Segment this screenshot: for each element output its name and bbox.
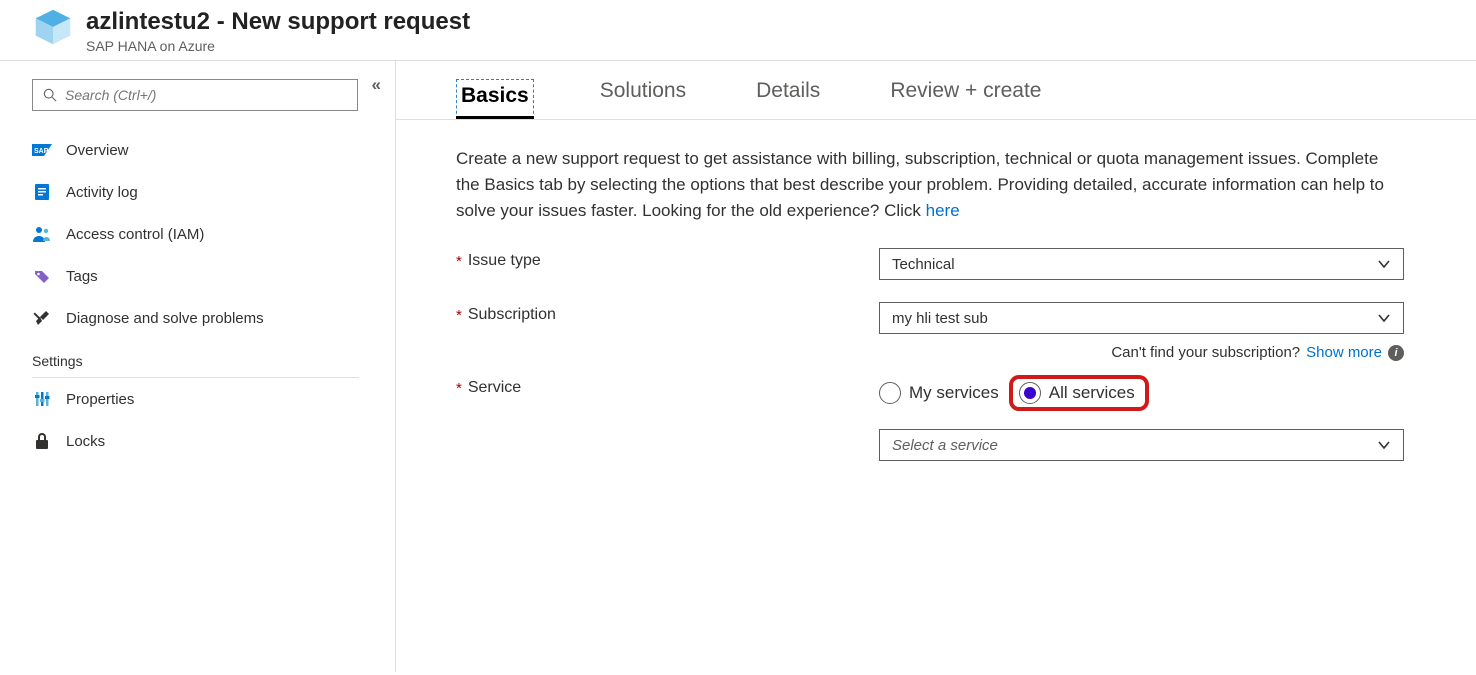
page-title: azlintestu2 - New support request [86, 8, 470, 36]
required-indicator: * [456, 307, 462, 324]
sidebar-item-locks[interactable]: Locks [32, 420, 395, 462]
row-issue-type: * Issue type Technical [456, 248, 1404, 280]
main-content: Basics Solutions Details Review + create… [396, 61, 1476, 672]
sidebar-section-settings: Settings [0, 339, 395, 377]
tab-solutions[interactable]: Solutions [596, 79, 690, 119]
required-indicator: * [456, 380, 462, 397]
people-icon [32, 224, 52, 244]
tabs: Basics Solutions Details Review + create [396, 61, 1476, 120]
sidebar-item-activity-log[interactable]: Activity log [32, 171, 395, 213]
radio-label: All services [1049, 383, 1135, 403]
row-service: * Service My services All services [456, 375, 1404, 461]
svg-text:SAP: SAP [34, 148, 49, 155]
sidebar: « SAP Overview Activity log [0, 61, 396, 672]
info-icon[interactable]: i [1388, 345, 1404, 361]
collapse-sidebar-icon[interactable]: « [372, 75, 381, 95]
link-show-more[interactable]: Show more [1306, 344, 1382, 361]
chevron-down-icon [1377, 257, 1391, 271]
select-value: my hli test sub [892, 310, 988, 327]
select-issue-type[interactable]: Technical [879, 248, 1404, 280]
select-placeholder: Select a service [892, 437, 998, 454]
search-icon [43, 88, 57, 102]
select-value: Technical [892, 256, 955, 273]
radio-circle-icon [879, 382, 901, 404]
sidebar-search[interactable] [32, 79, 358, 111]
sidebar-item-label: Tags [66, 268, 98, 285]
sidebar-item-overview[interactable]: SAP Overview [32, 129, 395, 171]
radio-all-services[interactable]: All services [1019, 382, 1135, 404]
sidebar-item-label: Properties [66, 391, 134, 408]
lock-icon [32, 431, 52, 451]
chevron-down-icon [1377, 311, 1391, 325]
sidebar-item-label: Activity log [66, 184, 138, 201]
sidebar-item-label: Access control (IAM) [66, 226, 204, 243]
page-subtitle: SAP HANA on Azure [86, 38, 470, 54]
label-issue-type: Issue type [468, 252, 541, 270]
tag-icon [32, 266, 52, 286]
intro-text: Create a new support request to get assi… [456, 146, 1404, 224]
page-header: azlintestu2 - New support request SAP HA… [0, 0, 1476, 61]
wrench-icon [32, 308, 52, 328]
sidebar-item-properties[interactable]: Properties [32, 378, 395, 420]
sidebar-item-label: Overview [66, 142, 129, 159]
select-service[interactable]: Select a service [879, 429, 1404, 461]
sidebar-item-diagnose[interactable]: Diagnose and solve problems [32, 297, 395, 339]
activity-log-icon [32, 182, 52, 202]
label-service: Service [468, 379, 521, 397]
sidebar-item-access-control[interactable]: Access control (IAM) [32, 213, 395, 255]
row-subscription: * Subscription my hli test sub Can't fin… [456, 302, 1404, 361]
sidebar-item-label: Diagnose and solve problems [66, 310, 264, 327]
required-indicator: * [456, 253, 462, 270]
label-subscription: Subscription [468, 306, 556, 324]
properties-icon [32, 389, 52, 409]
sidebar-item-label: Locks [66, 433, 105, 450]
sap-badge-icon: SAP [32, 140, 52, 160]
select-subscription[interactable]: my hli test sub [879, 302, 1404, 334]
chevron-down-icon [1377, 438, 1391, 452]
intro-link-here[interactable]: here [926, 201, 960, 220]
tab-review-create[interactable]: Review + create [886, 79, 1045, 119]
search-input[interactable] [65, 87, 347, 103]
tab-basics[interactable]: Basics [456, 79, 534, 119]
sidebar-item-tags[interactable]: Tags [32, 255, 395, 297]
tab-details[interactable]: Details [752, 79, 824, 119]
radio-circle-icon [1019, 382, 1041, 404]
subscription-help: Can't find your subscription? Show more … [879, 344, 1404, 361]
cube-icon [32, 8, 74, 46]
radio-label: My services [909, 383, 999, 403]
radio-my-services[interactable]: My services [879, 382, 999, 404]
highlight-all-services: All services [1009, 375, 1149, 411]
